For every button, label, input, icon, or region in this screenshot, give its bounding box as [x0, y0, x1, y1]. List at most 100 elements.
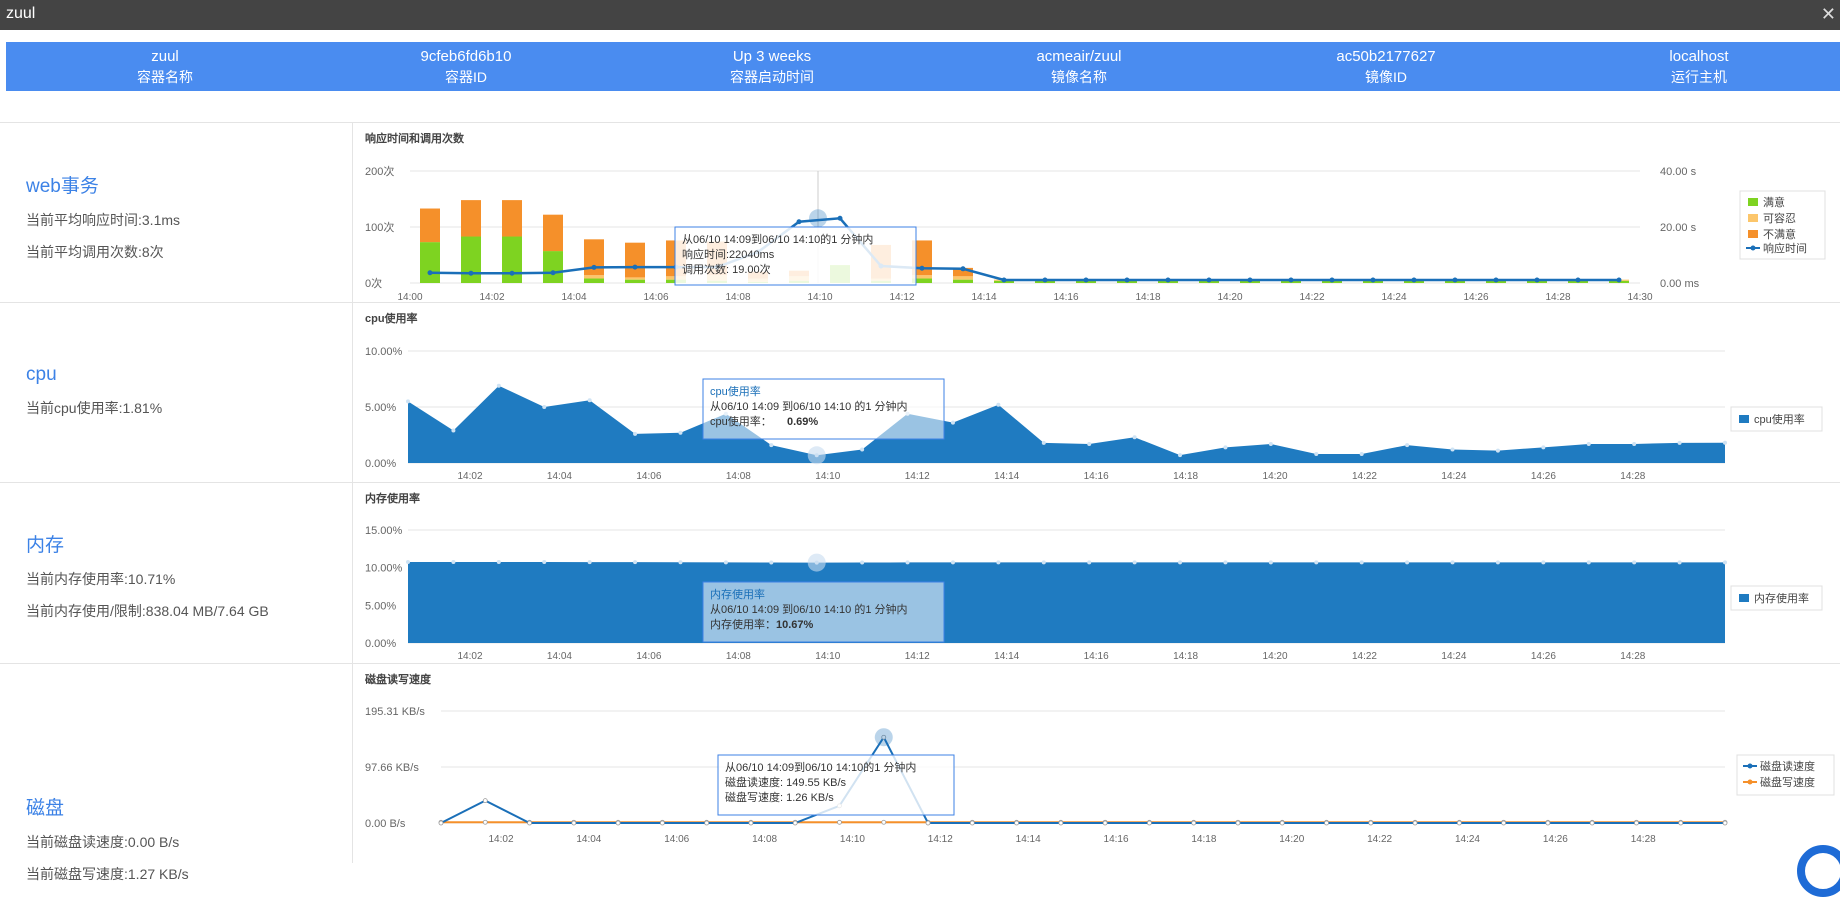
area-point	[588, 560, 592, 564]
info-value: Up 3 weeks	[672, 47, 872, 67]
line-point	[970, 821, 974, 825]
summary-line: 当前平均调用次数:8次	[26, 242, 180, 262]
area-point	[1133, 560, 1137, 564]
help-icon[interactable]	[1797, 845, 1840, 897]
y-tick: 97.66 KB/s	[365, 762, 419, 774]
info-label: 镜像ID	[1286, 67, 1486, 87]
info-label: 容器名称	[65, 67, 265, 87]
y-tick: 0.00%	[365, 458, 396, 470]
response-point	[592, 265, 597, 270]
bar-满意	[502, 237, 522, 283]
x-tick: 14:14	[994, 471, 1019, 482]
area-point	[1314, 560, 1318, 564]
x-tick: 14:00	[397, 292, 422, 302]
legend-label: 可容忍	[1763, 211, 1796, 225]
section-title[interactable]: cpu	[26, 364, 162, 386]
x-tick: 14:10	[807, 292, 832, 302]
x-tick: 14:12	[928, 834, 953, 845]
x-tick: 14:02	[457, 471, 482, 482]
cpu-chart: cpu使用率0.00%5.00%10.00%14:0214:0414:0614:…	[353, 303, 1840, 482]
line-point	[882, 820, 886, 824]
line-point	[1590, 821, 1594, 825]
x-tick: 14:20	[1263, 651, 1288, 662]
area-point	[769, 443, 773, 447]
x-tick: 14:08	[726, 471, 751, 482]
line-point	[616, 821, 620, 825]
x-tick: 14:20	[1217, 292, 1242, 302]
x-tick: 14:22	[1352, 651, 1377, 662]
tooltip-line: 从06/10 14:09 到06/10 14:10 的1 分钟内	[710, 399, 908, 413]
bar-满意	[461, 237, 481, 283]
response-point	[1043, 278, 1048, 283]
info-label: 运行主机	[1599, 67, 1799, 87]
line-point	[1015, 821, 1019, 825]
x-tick: 14:22	[1352, 471, 1377, 482]
area-point	[451, 560, 455, 564]
tooltip-title: 内存使用率	[710, 587, 765, 601]
y-tick: 10.00%	[365, 563, 403, 575]
bar-满意	[543, 251, 563, 283]
area-point	[678, 560, 682, 564]
bar-满意	[420, 242, 440, 283]
x-tick: 14:02	[488, 834, 513, 845]
line-point	[1679, 821, 1683, 825]
x-tick: 14:30	[1627, 292, 1652, 302]
tooltip-value: 0.69%	[787, 416, 818, 428]
legend-label: 磁盘写速度	[1760, 775, 1815, 789]
bar-不满意	[461, 200, 481, 236]
section-title[interactable]: 磁盘	[26, 793, 189, 820]
x-tick: 14:12	[905, 651, 930, 662]
x-tick: 14:12	[889, 292, 914, 302]
bar-不满意	[502, 200, 522, 236]
info-label: 镜像名称	[979, 67, 1179, 87]
x-tick: 14:06	[643, 292, 668, 302]
response-point	[469, 271, 474, 276]
tooltip-line: 从06/10 14:09到06/10 14:10的1 分钟内	[725, 760, 916, 774]
response-point	[1617, 278, 1622, 283]
area-point	[1223, 445, 1227, 449]
area-point	[1269, 442, 1273, 446]
line-point	[660, 821, 664, 825]
x-tick: 14:06	[636, 471, 661, 482]
area-内存使用率	[408, 562, 1725, 643]
line-point	[528, 821, 532, 825]
x-tick: 14:22	[1299, 292, 1324, 302]
x-tick: 14:04	[576, 834, 601, 845]
response-point	[797, 219, 802, 224]
x-tick: 14:02	[479, 292, 504, 302]
area-point	[1451, 560, 1455, 564]
tooltip-line: 调用次数: 19.00次	[682, 262, 771, 276]
response-point	[961, 266, 966, 271]
tooltip-line: 从06/10 14:09到06/10 14:10的1 分钟内	[682, 232, 873, 246]
disk-chart: 磁盘读写速度0.00 B/s97.66 KB/s195.31 KB/s14:02…	[353, 664, 1840, 863]
response-point	[1002, 278, 1007, 283]
highlight-point	[808, 446, 826, 464]
legend-label: 磁盘读速度	[1760, 759, 1815, 773]
line-point	[1634, 821, 1638, 825]
tooltip-title: cpu使用率	[710, 384, 761, 398]
response-point	[1330, 278, 1335, 283]
x-tick: 14:16	[1053, 292, 1078, 302]
memory-chart: 内存使用率0.00%5.00%10.00%15.00%14:0214:0414:…	[353, 483, 1840, 663]
chart-title: cpu使用率	[365, 311, 418, 325]
tooltip-label: cpu使用率：	[710, 414, 772, 428]
area-point	[1541, 560, 1545, 564]
x-tick: 14:26	[1531, 471, 1556, 482]
web-summary: web事务 当前平均响应时间:3.1ms 当前平均调用次数:8次	[26, 171, 180, 274]
response-point	[1207, 278, 1212, 283]
line-point	[483, 799, 487, 803]
close-icon[interactable]: ✕	[1821, 4, 1836, 25]
response-point	[428, 270, 433, 275]
area-point	[1541, 445, 1545, 449]
line-磁盘读速度	[441, 737, 1725, 823]
window-title: zuul	[6, 5, 35, 23]
line-point	[572, 821, 576, 825]
area-point	[1360, 452, 1364, 456]
line-point	[837, 820, 841, 824]
summary-line: 当前内存使用/限制:838.04 MB/7.64 GB	[26, 601, 269, 621]
section-title[interactable]: web事务	[26, 171, 180, 198]
response-point	[633, 265, 638, 270]
section-title[interactable]: 内存	[26, 530, 269, 557]
area-point	[1678, 560, 1682, 564]
area-point	[633, 560, 637, 564]
